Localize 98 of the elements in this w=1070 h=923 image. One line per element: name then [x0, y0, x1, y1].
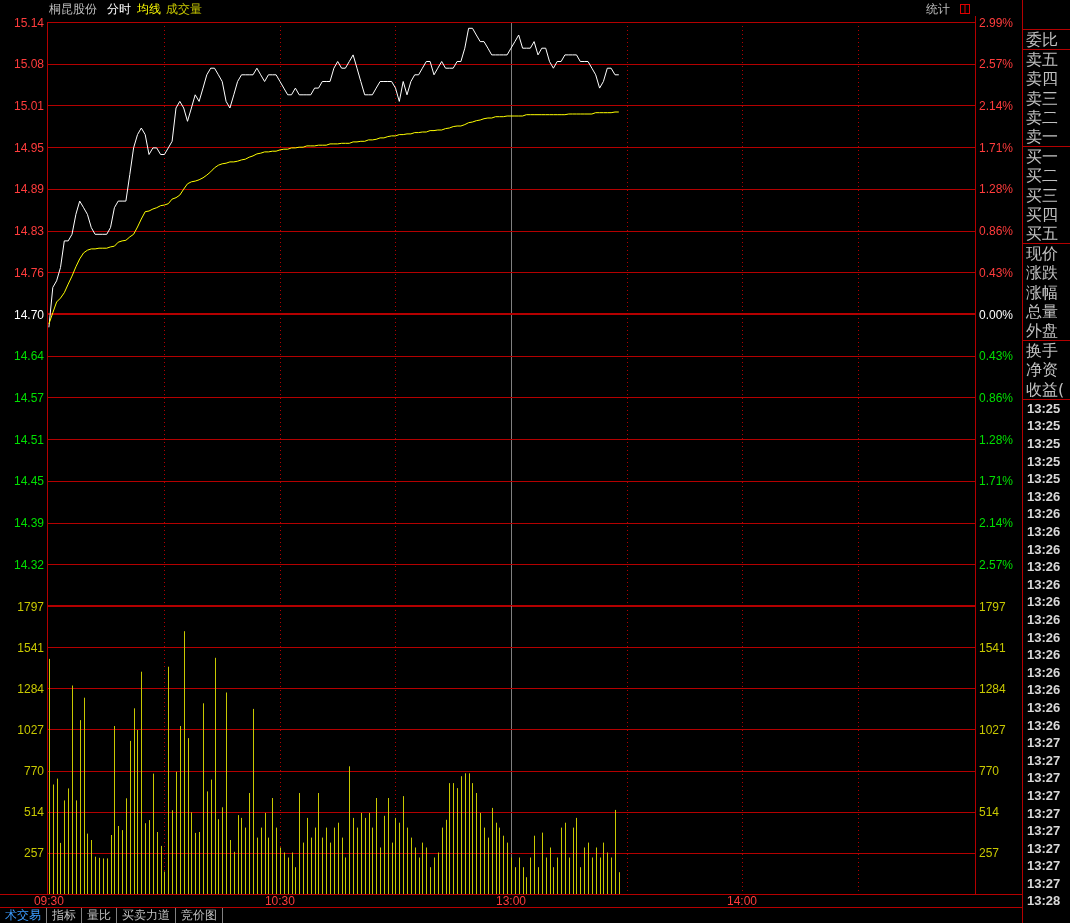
price-axis-label: 14.95	[13, 140, 44, 155]
percent-axis-label: 2.99%	[979, 16, 1014, 30]
percent-axis-label: 2.57%	[979, 57, 1014, 72]
trade-time: 13:27	[1027, 857, 1061, 875]
quote-field-label: 买二	[1026, 166, 1058, 186]
price-axis-label: 15.01	[13, 98, 44, 113]
trade-time: 13:26	[1027, 558, 1061, 576]
legend-label: 分时	[107, 3, 131, 16]
trade-time: 13:27	[1027, 804, 1061, 823]
quote-field-label: 净资	[1026, 360, 1058, 380]
volume-axis-label: 514	[979, 805, 1000, 820]
quote-field-label: 涨幅	[1026, 282, 1058, 302]
trade-time: 13:26	[1027, 523, 1061, 541]
legend-label: 均线	[137, 3, 161, 16]
quote-field-label: 买四	[1026, 204, 1058, 225]
price-axis-label: 14.89	[13, 182, 44, 197]
volume-axis-label: 257	[979, 846, 1000, 861]
volume-axis-label: 257	[23, 846, 44, 861]
percent-axis-label: 1.28%	[979, 182, 1014, 197]
quote-field-label: 现价	[1026, 244, 1058, 264]
volume-axis-label: 1541	[17, 640, 44, 655]
volume-axis-label: 1027	[979, 722, 1006, 737]
trade-time: 13:27	[1027, 874, 1061, 893]
trade-time: 13:26	[1027, 628, 1061, 647]
percent-axis-label: 1.71%	[979, 140, 1014, 155]
quote-field-label: 总量	[1026, 301, 1058, 322]
price-axis-label: 14.76	[13, 265, 44, 280]
quote-field-label: 买一	[1026, 147, 1058, 167]
trade-time: 13:25	[1027, 452, 1061, 471]
stock-name: 桐昆股份	[49, 3, 97, 16]
price-axis-label: 14.70	[13, 307, 44, 322]
quote-field-label: 买三	[1026, 185, 1058, 205]
percent-axis-label: 2.14%	[979, 516, 1014, 531]
price-axis-label: 14.83	[13, 224, 44, 239]
volume-axis-label: 1797	[979, 600, 1006, 614]
trade-time: 13:27	[1027, 751, 1061, 770]
percent-axis-label: 0.86%	[979, 390, 1014, 405]
volume-axis-label: 1541	[979, 640, 1006, 655]
trade-time: 13:26	[1027, 716, 1061, 735]
quote-field-label: 收益(	[1026, 379, 1065, 399]
trade-time: 13:26	[1027, 505, 1061, 523]
trade-time: 13:26	[1027, 611, 1061, 629]
price-axis-label: 15.08	[13, 57, 44, 72]
quote-field-label: 外盘	[1026, 321, 1058, 341]
price-axis-label: 14.64	[13, 349, 44, 364]
volume-axis-label: 770	[23, 764, 44, 779]
trade-time: 13:26	[1027, 593, 1061, 611]
price-axis-label: 14.57	[13, 390, 44, 405]
trade-time: 13:25	[1027, 470, 1061, 488]
trade-time: 13:27	[1027, 734, 1061, 752]
percent-axis-label: 0.00%	[979, 307, 1014, 322]
price-axis-label: 14.51	[13, 432, 44, 447]
quote-field-label: 卖三	[1026, 88, 1058, 108]
trade-time: 13:28	[1027, 892, 1061, 911]
quote-field-label: 买五	[1026, 224, 1058, 244]
trade-time: 13:27	[1027, 822, 1061, 840]
price-axis-label: 14.45	[13, 474, 44, 489]
time-axis-label: 09:30	[33, 894, 64, 908]
volume-axis-label: 514	[23, 805, 44, 820]
quote-field-label: 卖五	[1026, 50, 1058, 70]
volume-axis-label: 1797	[17, 600, 44, 614]
trade-time: 13:26	[1027, 646, 1061, 664]
volume-axis-label: 1284	[17, 681, 44, 696]
price-axis-label: 14.32	[13, 557, 44, 572]
trade-time: 13:26	[1027, 663, 1061, 682]
trade-time: 13:26	[1027, 698, 1061, 717]
volume-axis-label: 1027	[17, 722, 44, 737]
volume-axis-label: 1284	[979, 681, 1006, 696]
trade-time: 13:26	[1027, 575, 1061, 594]
trade-time: 13:26	[1027, 487, 1061, 506]
quote-field-label: 卖一	[1026, 127, 1058, 147]
percent-axis-label: 1.28%	[979, 432, 1014, 447]
percent-axis-label: 0.43%	[979, 265, 1014, 280]
percent-axis-label: 2.14%	[979, 98, 1014, 113]
time-axis-label: 13:00	[496, 894, 526, 908]
percent-axis-label: 1.71%	[979, 474, 1014, 489]
trade-time: 13:25	[1027, 399, 1061, 418]
quote-field-label: 涨跌	[1026, 263, 1058, 283]
trade-time: 13:27	[1027, 786, 1061, 805]
time-axis-label: 10:30	[264, 894, 295, 908]
trade-time: 13:27	[1027, 839, 1061, 858]
volume-title: 成交量	[166, 3, 202, 16]
price-axis-label: 15.14	[13, 16, 44, 30]
trade-time: 13:25	[1027, 435, 1061, 453]
percent-axis-label: 0.43%	[979, 349, 1014, 364]
quote-field-label: 委比	[1026, 30, 1058, 50]
price-axis-label: 14.39	[13, 516, 44, 531]
quote-field-label: 换手	[1026, 341, 1058, 361]
trade-time: 13:25	[1027, 417, 1061, 436]
volume-axis-label: 770	[979, 764, 1000, 779]
time-axis-label: 14:00	[727, 894, 758, 908]
trade-time: 13:26	[1027, 540, 1061, 559]
trade-time: 13:26	[1027, 681, 1061, 699]
percent-axis-label: 2.57%	[979, 557, 1014, 572]
quote-field-label: 卖四	[1026, 69, 1058, 89]
percent-axis-label: 0.86%	[979, 224, 1014, 239]
trade-time: 13:27	[1027, 769, 1061, 787]
quote-field-label: 卖二	[1026, 107, 1058, 127]
